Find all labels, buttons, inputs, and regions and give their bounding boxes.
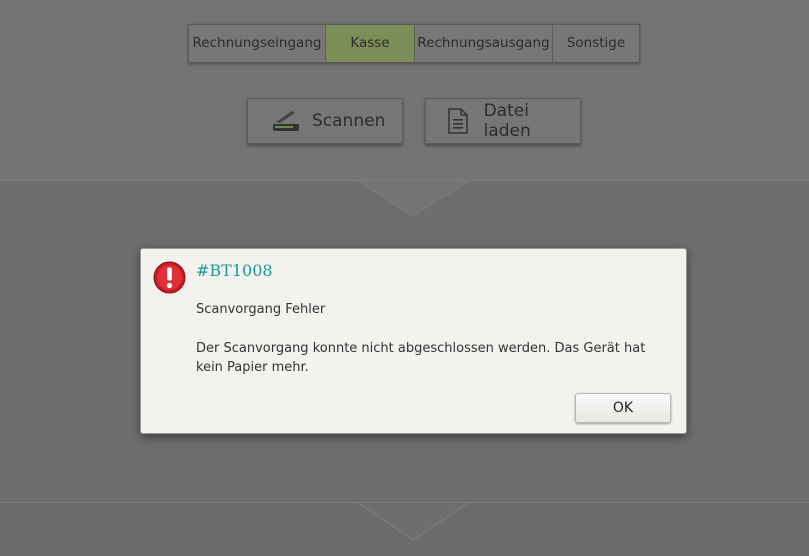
dialog-title: #BT1008 bbox=[196, 261, 273, 280]
tab-kasse[interactable]: Kasse bbox=[326, 25, 415, 62]
load-file-button-label: Datei laden bbox=[483, 101, 531, 141]
scan-button-label: Scannen bbox=[312, 111, 386, 131]
bottom-panel bbox=[0, 502, 809, 556]
document-icon bbox=[444, 107, 472, 135]
dialog-heading: Scanvorgang Fehler bbox=[196, 302, 326, 317]
scan-button[interactable]: Scannen bbox=[247, 98, 403, 144]
error-icon bbox=[153, 261, 186, 294]
scanner-icon bbox=[272, 107, 300, 135]
tab-rechnungsausgang[interactable]: Rechnungsausgang bbox=[415, 25, 553, 62]
tab-sonstige[interactable]: Sonstige bbox=[553, 25, 639, 62]
error-dialog: #BT1008 Scanvorgang Fehler Der Scanvorga… bbox=[140, 248, 687, 434]
dialog-message: Der Scanvorgang konnte nicht abgeschloss… bbox=[196, 341, 646, 375]
load-file-button[interactable]: Datei laden bbox=[425, 98, 581, 144]
tab-rechnungseingang[interactable]: Rechnungseingang bbox=[189, 25, 326, 62]
category-tabs: Rechnungseingang Kasse Rechnungsausgang … bbox=[188, 24, 640, 63]
ok-button[interactable]: OK bbox=[575, 393, 671, 423]
